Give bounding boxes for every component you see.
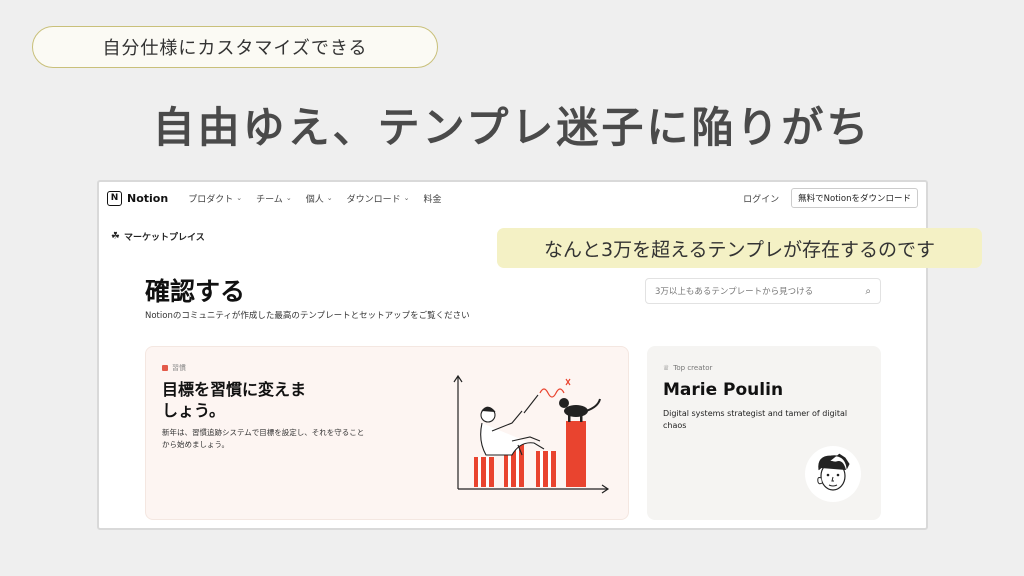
marketplace-label: マーケットプレイス — [123, 233, 205, 243]
nav-item-label: プロダクト — [188, 194, 234, 205]
top-creator-card[interactable]: ♕ Top creator Marie Poulin Digital syste… — [647, 346, 881, 520]
chevron-down-icon: ⌄ — [285, 194, 292, 202]
page-title: 確認する — [145, 277, 246, 306]
top-creator-label-text: Top creator — [673, 364, 713, 372]
template-search[interactable]: 3万以上もあるテンプレートから見つける ⌕ — [645, 278, 881, 304]
nav-item-label: 料金 — [423, 194, 442, 205]
illust-spark — [565, 378, 571, 386]
avatar-face-icon — [817, 453, 850, 491]
nav-item-label: チーム — [256, 194, 283, 205]
search-input[interactable]: 3万以上もあるテンプレートから見つける — [655, 285, 865, 297]
creator-description: Digital systems strategist and tamer of … — [663, 409, 848, 430]
top-creator-label: ♕ Top creator — [663, 364, 712, 372]
slide-title: 自由ゆえ、テンプレ迷子に陥りがち — [152, 103, 872, 152]
featured-template-card[interactable]: 習慣 目標を習慣に変えましょう。 新年は、習慣追跡システムで目標を設定し、それを… — [145, 346, 629, 520]
nav-item-team[interactable]: チーム ⌄ — [256, 192, 292, 205]
category-tag-label: 習慣 — [172, 364, 186, 372]
download-button[interactable]: 無料でNotionをダウンロード — [791, 188, 918, 208]
nav-right: ログイン 無料でNotionをダウンロード — [743, 188, 918, 208]
nav-item-download[interactable]: ダウンロード ⌄ — [347, 192, 410, 205]
featured-card-description: 新年は、習慣追跡システムで目標を設定し、それを守ることから始めましょう。 — [162, 428, 365, 449]
creator-name: Marie Poulin — [663, 380, 784, 400]
notion-logo[interactable]: N Notion — [107, 190, 169, 206]
chevron-down-icon: ⌄ — [326, 194, 333, 202]
illust-string — [539, 388, 565, 398]
search-icon[interactable]: ⌕ — [865, 286, 871, 297]
crown-icon: ♕ — [663, 364, 670, 372]
nav-item-label: ダウンロード — [346, 194, 401, 205]
nav-item-label: 個人 — [305, 194, 324, 205]
chevron-down-icon: ⌄ — [403, 194, 410, 202]
login-link[interactable]: ログイン — [743, 192, 779, 205]
top-nav: N Notion プロダクト ⌄ チーム ⌄ 個人 ⌄ ダウンロード ⌄ 料金 … — [99, 182, 926, 214]
marketplace-link[interactable]: ☘ マーケットプレイス — [111, 230, 205, 243]
clover-icon: ☘ — [111, 231, 120, 242]
nav-item-personal[interactable]: 個人 ⌄ — [306, 192, 333, 205]
category-tag: 習慣 — [162, 363, 186, 373]
illust-person — [480, 394, 545, 456]
feature-pill-text: 自分仕様にカスタマイズできる — [102, 38, 368, 59]
nav-item-pricing[interactable]: 料金 — [423, 192, 441, 205]
avatar[interactable] — [805, 446, 861, 502]
tag-icon — [162, 365, 168, 371]
chevron-down-icon: ⌄ — [236, 194, 243, 202]
habit-illustration — [453, 374, 610, 494]
featured-card-heading: 目標を習慣に変えましょう。 — [162, 380, 307, 420]
nav-item-product[interactable]: プロダクト ⌄ — [188, 192, 242, 205]
notion-logo-text: Notion — [127, 191, 169, 205]
notion-logo-icon: N — [107, 190, 122, 206]
illust-cat — [559, 398, 601, 422]
page-subtitle: Notionのコミュニティが作成した最高のテンプレートとセットアップをご覧くださ… — [145, 311, 470, 321]
feature-pill: 自分仕様にカスタマイズできる — [32, 26, 438, 68]
callout-banner: なんと3万を超えるテンプレが存在するのです — [497, 228, 982, 268]
